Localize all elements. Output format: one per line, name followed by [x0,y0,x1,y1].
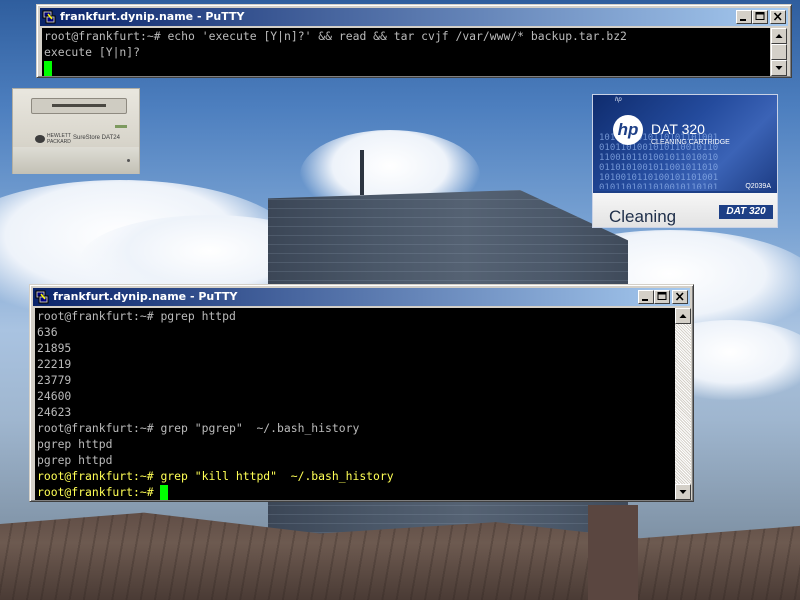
close-icon [675,292,684,301]
terminal-line: execute [Y|n]? [44,45,141,59]
putty-window-top[interactable]: frankfurt.dynip.name - PuTTY root@frankf… [36,4,792,78]
vertical-scrollbar[interactable] [675,308,691,500]
drive-brand: HEWLETT PACKARD [47,133,71,145]
close-icon [773,12,782,21]
maximize-icon [657,292,667,300]
dat-logo: DAT 320 [719,205,773,219]
terminal-line: root@frankfurt:~# echo 'execute [Y|n]?' … [44,29,627,43]
cartridge-part-number: Q2039A [745,183,771,190]
close-button[interactable] [672,290,688,304]
tape-drive-image: HEWLETT PACKARD SureStore DAT24 [12,88,140,174]
scroll-up-button[interactable] [771,28,787,44]
drive-front-panel [13,147,139,174]
scroll-up-arrow-icon [679,314,687,318]
terminal-cursor [160,485,169,500]
chimney [588,505,638,600]
tower-antenna [360,150,364,195]
scroll-up-arrow-icon [775,34,783,38]
scroll-down-arrow-icon [679,490,687,494]
minimize-icon [642,299,648,301]
terminal-line: 23779 [37,373,72,387]
terminal-line: root@frankfurt:~# pgrep httpd [37,309,236,323]
drive-indicator [127,159,130,162]
terminal-line: 24623 [37,405,72,419]
window-titlebar[interactable]: frankfurt.dynip.name - PuTTY [40,8,788,26]
terminal-line-highlighted: root@frankfurt:~# grep "kill httpd" ~/.b… [37,469,394,483]
scroll-up-button[interactable] [675,308,691,324]
window-title: frankfurt.dynip.name - PuTTY [60,10,245,23]
hp-logo-icon [35,135,45,143]
putty-icon[interactable] [42,10,56,24]
scroll-down-arrow-icon [775,66,783,70]
tape-slot [31,98,127,114]
terminal-prompt-line [42,60,770,76]
terminal-cursor [44,61,52,76]
scroll-thumb[interactable] [771,44,787,60]
terminal-line: pgrep httpd [37,437,113,451]
cartridge-subtitle: CLEANING CARTRIDGE [651,139,730,146]
drive-brand-line2: PACKARD [47,139,71,145]
cartridge-small-hp: hp [615,97,622,103]
hp-logo-icon: hp [613,115,643,145]
terminal-line: 24600 [37,389,72,403]
minimize-button[interactable] [736,10,752,24]
terminal-screen[interactable]: root@frankfurt:~# pgrep httpd 636 21895 … [35,308,675,500]
terminal-line: 21895 [37,341,72,355]
terminal-line: 636 [37,325,58,339]
vertical-scrollbar[interactable] [771,28,787,76]
maximize-icon [755,12,765,20]
minimize-button[interactable] [638,290,654,304]
minimize-icon [740,19,746,21]
cartridge-label: Cleaning [609,207,677,226]
cleaning-cartridge-image: 1010011010110101101001 01011010010101100… [592,94,778,228]
drive-leds [115,125,127,128]
terminal-prompt-line: root@frankfurt:~# [35,484,675,500]
putty-window-bottom[interactable]: frankfurt.dynip.name - PuTTY root@frankf… [29,284,694,502]
maximize-button[interactable] [752,10,768,24]
terminal-line: pgrep httpd [37,453,113,467]
window-title: frankfurt.dynip.name - PuTTY [53,290,238,303]
scroll-down-button[interactable] [675,484,691,500]
window-titlebar[interactable]: frankfurt.dynip.name - PuTTY [33,288,690,306]
close-button[interactable] [770,10,786,24]
maximize-button[interactable] [654,290,670,304]
terminal-line: 22219 [37,357,72,371]
cartridge-product: DAT 320 [651,121,705,137]
terminal-line: root@frankfurt:~# grep "pgrep" ~/.bash_h… [37,421,360,435]
scroll-down-button[interactable] [771,60,787,76]
putty-icon[interactable] [35,290,49,304]
terminal-prompt: root@frankfurt:~# [37,485,161,499]
terminal-screen[interactable]: root@frankfurt:~# echo 'execute [Y|n]?' … [42,28,770,76]
drive-model: SureStore DAT24 [73,135,120,141]
